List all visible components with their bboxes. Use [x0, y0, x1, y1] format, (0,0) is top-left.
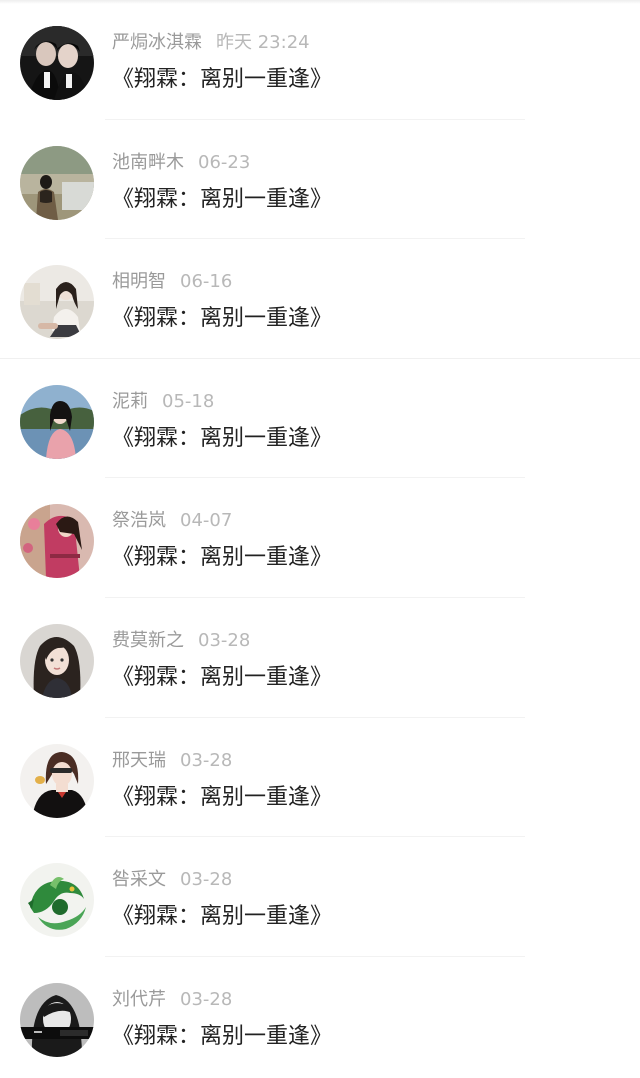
comment-item[interactable]: 严焗冰淇霖 昨天 23:24 《翔霖：离别一重逢》 [0, 0, 640, 120]
avatar-girl-field-photo-icon[interactable] [20, 145, 94, 220]
avatar-girl-dark-hair-photo-icon[interactable] [20, 743, 94, 818]
comment-item[interactable]: 祭浩岚 04-07 《翔霖：离别一重逢》 [0, 478, 640, 598]
avatar-girl-lakeside-photo-icon[interactable] [20, 384, 94, 459]
comment-item[interactable]: 咎采文 03-28 《翔霖：离别一重逢》 [0, 837, 640, 957]
commenter-name[interactable]: 祭浩岚 [112, 510, 166, 531]
comment-time: 03-28 [180, 869, 233, 891]
comment-text: 《翔霖：离别一重逢》 [112, 664, 333, 690]
commenter-name[interactable]: 咎采文 [112, 869, 166, 890]
comment-meta: 刘代芹 03-28 [112, 988, 232, 1012]
comment-item[interactable]: 刘代芹 03-28 《翔霖：离别一重逢》 [0, 957, 640, 1077]
comment-meta: 邢天瑞 03-28 [112, 749, 232, 773]
commenter-name[interactable]: 费莫新之 [112, 630, 184, 651]
comment-text: 《翔霖：离别一重逢》 [112, 306, 333, 332]
comment-text: 《翔霖：离别一重逢》 [112, 545, 333, 571]
comment-text: 《翔霖：离别一重逢》 [112, 904, 333, 930]
comment-item[interactable]: 泥莉 05-18 《翔霖：离别一重逢》 [0, 359, 640, 479]
commenter-name[interactable]: 相明智 [112, 271, 166, 292]
avatar-couple-photo-icon[interactable] [20, 26, 94, 100]
comment-time: 05-18 [162, 390, 215, 412]
comment-time: 03-28 [198, 629, 251, 651]
comment-item[interactable]: 费莫新之 03-28 《翔霖：离别一重逢》 [0, 598, 640, 718]
comment-text: 《翔霖：离别一重逢》 [112, 67, 333, 92]
comment-item[interactable]: 相明智 06-16 《翔霖：离别一重逢》 [0, 239, 640, 359]
comment-meta: 咎采文 03-28 [112, 868, 232, 892]
comment-time: 06-16 [180, 271, 233, 293]
comment-text: 《翔霖：离别一重逢》 [112, 186, 333, 212]
comment-meta: 相明智 06-16 [112, 270, 232, 294]
commenter-name[interactable]: 邢天瑞 [112, 750, 166, 771]
comment-list: 严焗冰淇霖 昨天 23:24 《翔霖：离别一重逢》 池南畔木 06-23 《翔霖：离… [0, 0, 640, 1076]
comment-text: 《翔霖：离别一重逢》 [112, 1023, 333, 1049]
comment-item[interactable]: 池南畔木 06-23 《翔霖：离别一重逢》 [0, 120, 640, 240]
comment-time: 04-07 [180, 510, 233, 532]
comment-meta: 祭浩岚 04-07 [112, 509, 232, 533]
comment-meta: 泥莉 05-18 [112, 390, 214, 414]
avatar-green-dragon-photo-icon[interactable] [20, 863, 94, 938]
comment-text: 《翔霖：离别一重逢》 [112, 784, 333, 810]
commenter-name[interactable]: 严焗冰淇霖 [112, 32, 202, 53]
comment-time: 03-28 [180, 749, 233, 771]
commenter-name[interactable]: 泥莉 [112, 391, 148, 412]
comment-time: 03-28 [180, 988, 233, 1010]
commenter-name[interactable]: 池南畔木 [112, 152, 184, 173]
commenter-name[interactable]: 刘代芹 [112, 989, 166, 1010]
avatar-girl-sitting-photo-icon[interactable] [20, 265, 94, 340]
avatar-girl-portrait-photo-icon[interactable] [20, 623, 94, 698]
comment-meta: 费莫新之 03-28 [112, 629, 250, 653]
comment-meta: 池南畔木 06-23 [112, 151, 250, 175]
comment-text: 《翔霖：离别一重逢》 [112, 425, 333, 451]
avatar-bw-girl-photo-icon[interactable] [20, 982, 94, 1057]
comment-meta: 严焗冰淇霖 昨天 23:24 [112, 31, 310, 55]
comment-time: 昨天 23:24 [216, 32, 310, 53]
comment-time: 06-23 [198, 151, 251, 173]
comment-item[interactable]: 邢天瑞 03-28 《翔霖：离别一重逢》 [0, 718, 640, 838]
avatar-girl-pink-photo-icon[interactable] [20, 504, 94, 579]
